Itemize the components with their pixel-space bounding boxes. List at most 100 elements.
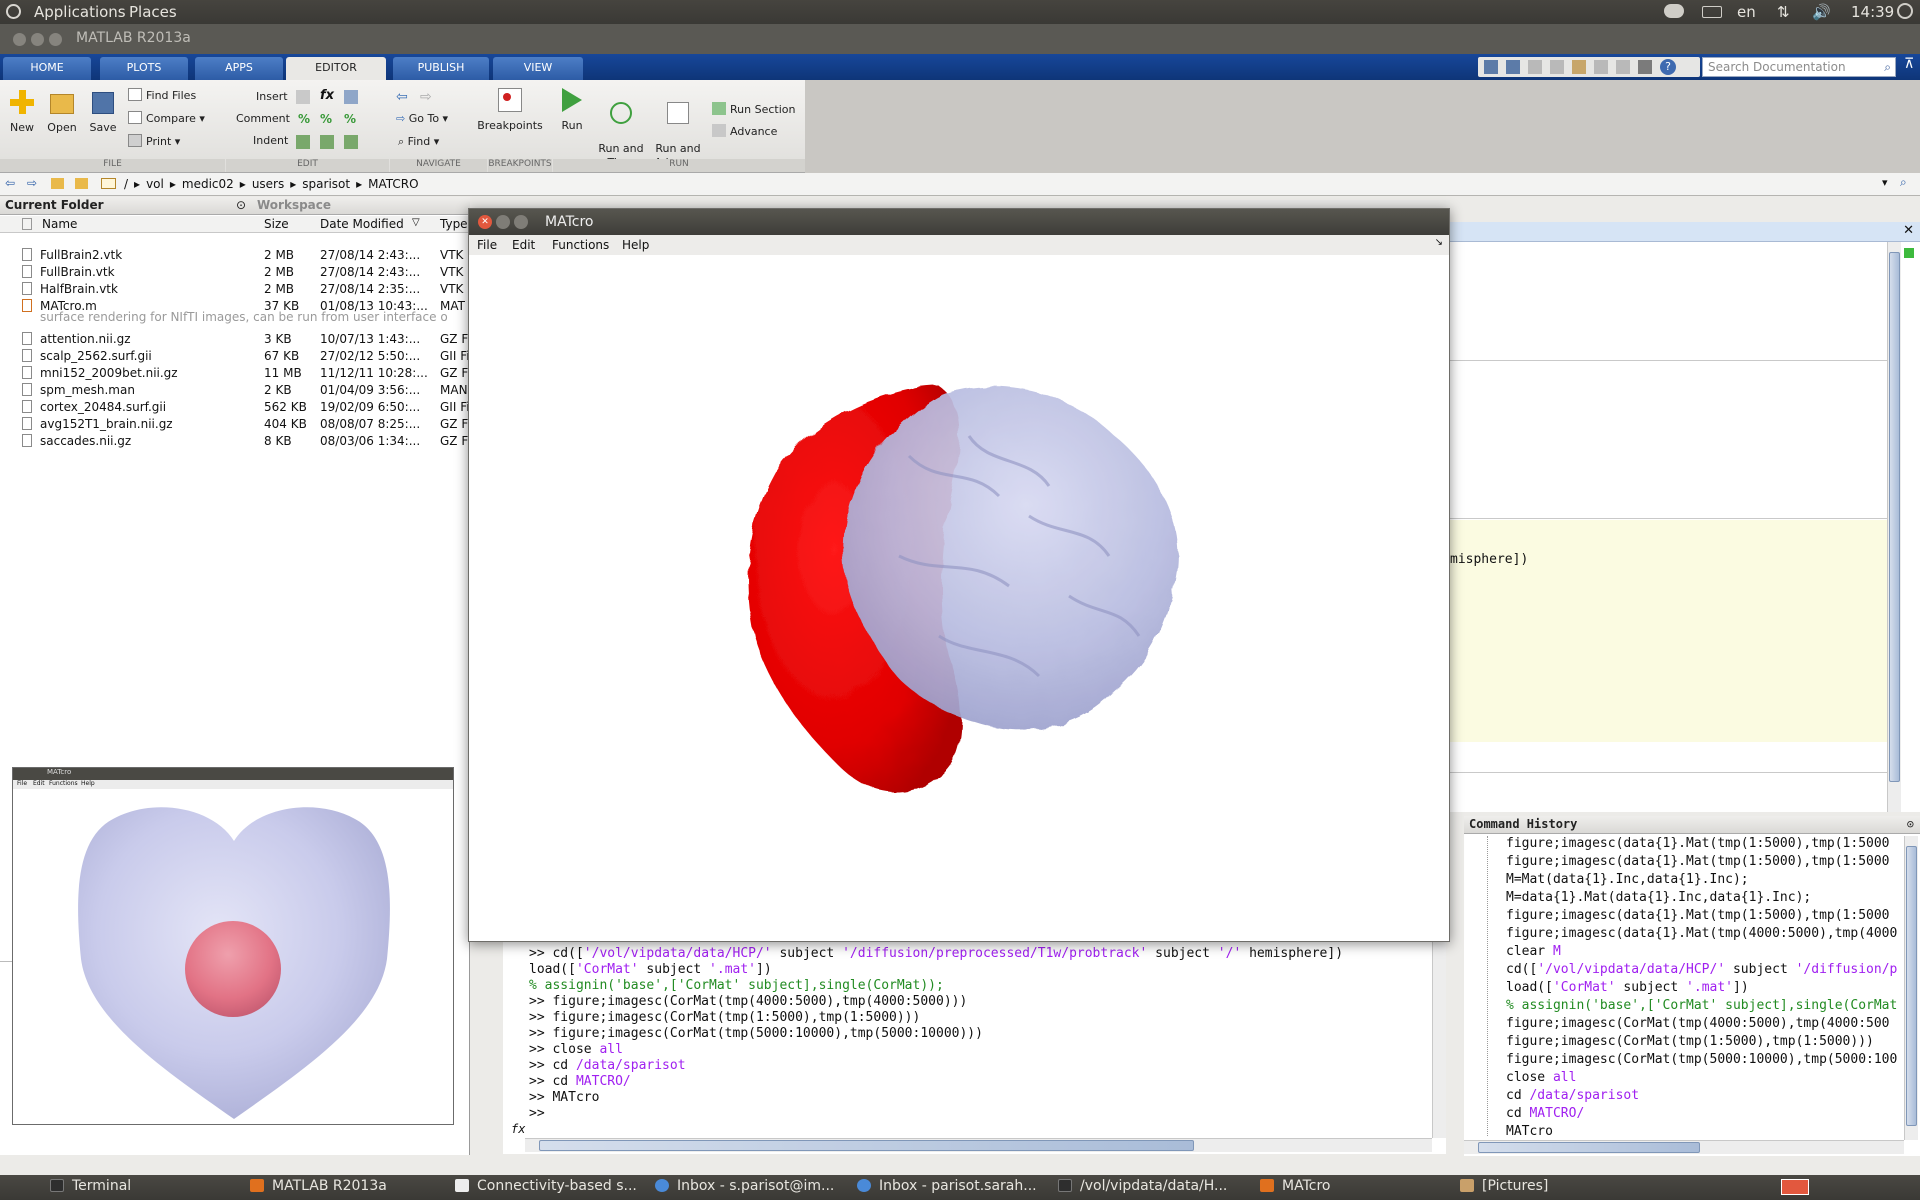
go-to-button[interactable]: ⇨ Go To ▾ xyxy=(396,112,448,125)
search-icon[interactable]: ⌕ xyxy=(1884,60,1891,75)
command-line[interactable]: >> cd /data/sparisot xyxy=(529,1058,686,1073)
breadcrumb-matcro[interactable]: MATCRO xyxy=(368,177,418,191)
back-icon[interactable]: ⇦ xyxy=(396,89,408,105)
history-line[interactable]: cd(['/vol/vipdata/data/HCP/' subject '/d… xyxy=(1506,962,1897,977)
figure-close-button[interactable]: ✕ xyxy=(478,215,492,229)
wrap-comment-icon[interactable]: % xyxy=(344,112,356,126)
taskbar-inbox-1[interactable]: Inbox - s.parisot@im... xyxy=(655,1178,834,1194)
minimize-window-button[interactable] xyxy=(31,33,44,46)
forward-icon[interactable]: ⇨ xyxy=(420,89,432,105)
thumbnail-menu-edit[interactable]: Edit xyxy=(33,780,45,787)
column-date-modified[interactable]: Date Modified xyxy=(320,217,404,231)
figure-menu-help[interactable]: Help xyxy=(622,238,649,252)
command-line[interactable]: >> MATcro xyxy=(529,1090,599,1105)
editor-scroll-thumb[interactable] xyxy=(1889,252,1900,782)
breakpoints-button[interactable]: Breakpoints xyxy=(477,88,543,132)
file-row[interactable]: FullBrain2.vtk 2 MB 27/08/14 2:43:... VTK xyxy=(0,247,470,264)
insert-other-icon[interactable] xyxy=(344,90,358,104)
command-window-scrollbar[interactable] xyxy=(1432,926,1446,1138)
file-row[interactable]: FullBrain.vtk 2 MB 27/08/14 2:43:... VTK xyxy=(0,264,470,281)
new-button[interactable]: New xyxy=(6,90,38,134)
file-row[interactable]: scalp_2562.surf.gii 67 KB 27/02/12 5:50:..… xyxy=(0,348,470,365)
history-line[interactable]: M=Mat(data{1}.Inc,data{1}.Inc); xyxy=(1506,872,1749,887)
breadcrumb-root[interactable]: / xyxy=(124,177,128,191)
history-line[interactable]: figure;imagesc(data{1}.Mat(tmp(1:5000),t… xyxy=(1506,908,1890,923)
file-row[interactable]: cortex_20484.surf.gii 562 KB 19/02/09 6:50… xyxy=(0,399,470,416)
close-window-button[interactable] xyxy=(13,33,26,46)
tab-apps[interactable]: APPS xyxy=(195,57,283,80)
find-button[interactable]: ⌕ Find ▾ xyxy=(398,135,439,149)
taskbar-document[interactable]: Connectivity-based s... xyxy=(455,1178,637,1194)
places-menu[interactable]: Places xyxy=(129,3,177,21)
column-name[interactable]: Name xyxy=(42,217,77,231)
thumbnail-menu-help[interactable]: Help xyxy=(81,780,95,787)
find-files-button[interactable]: Find Files xyxy=(128,88,196,102)
save-all-icon[interactable] xyxy=(1506,60,1520,74)
figure-menu-edit[interactable]: Edit xyxy=(512,238,535,252)
tab-home[interactable]: HOME xyxy=(3,57,91,80)
nav-back-icon[interactable]: ⇦ xyxy=(5,176,15,190)
run-button[interactable]: Run xyxy=(556,88,588,132)
command-window-hscroll-thumb[interactable] xyxy=(539,1140,1194,1151)
search-documentation-input[interactable]: Search Documentation ⌕ xyxy=(1702,57,1896,77)
comment-icon[interactable]: % xyxy=(298,112,310,126)
undo-icon[interactable] xyxy=(1594,60,1608,74)
figure-minimize-button[interactable] xyxy=(496,215,510,229)
nav-forward-icon[interactable]: ⇨ xyxy=(27,176,37,190)
history-hscroll-thumb[interactable] xyxy=(1478,1142,1700,1153)
editor-code-fragment[interactable]: misphere]) xyxy=(1450,552,1528,567)
editor-scrollbar[interactable] xyxy=(1887,242,1901,812)
print-button[interactable]: Print ▾ xyxy=(128,134,180,148)
command-line[interactable]: >> close all xyxy=(529,1042,623,1057)
breadcrumb-users[interactable]: users xyxy=(252,177,284,191)
browse-folder-icon[interactable] xyxy=(75,178,88,189)
command-window[interactable]: fx >> figure;imagesc(data{1}.Mat(tmp(400… xyxy=(503,914,1446,1154)
command-line[interactable]: >> figure;imagesc(CorMat(tmp(4000:5000),… xyxy=(529,994,967,1009)
up-folder-icon[interactable] xyxy=(51,178,64,189)
tab-view[interactable]: VIEW xyxy=(493,57,583,80)
command-line[interactable]: % assignin('base',['CorMat' subject],sin… xyxy=(529,978,944,993)
collapse-ribbon-icon[interactable]: ⊼ xyxy=(1904,56,1914,72)
tab-editor[interactable]: EDITOR xyxy=(286,57,386,80)
history-line[interactable]: cd /data/sparisot xyxy=(1506,1088,1639,1103)
thumbnail-menu-file[interactable]: File xyxy=(17,780,27,787)
figure-menu-functions[interactable]: Functions xyxy=(552,238,609,252)
insert-function-icon[interactable]: fx xyxy=(320,88,334,103)
insert-section-icon[interactable] xyxy=(296,90,310,104)
workspace-switcher-icon[interactable] xyxy=(1781,1179,1809,1195)
history-line[interactable]: figure;imagesc(data{1}.Mat(tmp(1:5000),t… xyxy=(1506,836,1890,851)
insert-button[interactable]: Insert xyxy=(256,90,288,103)
history-line[interactable]: clear M xyxy=(1506,944,1561,959)
file-row[interactable]: spm_mesh.man 2 KB 01/04/09 3:56:... MAN xyxy=(0,382,470,399)
keyboard-icon[interactable] xyxy=(1702,6,1722,18)
panel-menu-icon[interactable]: ⊙ xyxy=(236,197,246,214)
smart-indent-icon[interactable] xyxy=(296,135,310,149)
switch-windows-icon[interactable] xyxy=(1638,60,1652,74)
indent-button[interactable]: Indent xyxy=(253,134,288,147)
thumbnail-menu-functions[interactable]: Functions xyxy=(49,780,78,787)
indent-icon[interactable] xyxy=(320,135,334,149)
breadcrumb-vol[interactable]: vol xyxy=(146,177,164,191)
tab-publish[interactable]: PUBLISH xyxy=(393,57,489,80)
command-line[interactable]: load(['CorMat' subject '.mat']) xyxy=(529,962,772,977)
taskbar-terminal[interactable]: Terminal xyxy=(50,1178,131,1194)
history-line[interactable]: figure;imagesc(CorMat(tmp(1:5000),tmp(1:… xyxy=(1506,1034,1874,1049)
redo-icon[interactable] xyxy=(1616,60,1630,74)
history-line[interactable]: figure;imagesc(CorMat(tmp(4000:5000),tmp… xyxy=(1506,1016,1890,1031)
command-line[interactable]: >> figure;imagesc(CorMat(tmp(5000:10000)… xyxy=(529,1026,983,1041)
breadcrumb-sparisot[interactable]: sparisot xyxy=(302,177,350,191)
open-button[interactable]: Open xyxy=(44,90,80,134)
command-window-hscroll[interactable] xyxy=(525,1138,1432,1152)
history-hscroll[interactable] xyxy=(1464,1140,1904,1154)
history-scroll-thumb[interactable] xyxy=(1906,846,1917,1126)
history-line[interactable]: cd MATCRO/ xyxy=(1506,1106,1584,1121)
command-line[interactable]: >> cd(['/vol/vipdata/data/HCP/' subject … xyxy=(529,946,1343,961)
history-line[interactable]: load(['CorMat' subject '.mat']) xyxy=(1506,980,1749,995)
paste-icon[interactable] xyxy=(1572,60,1586,74)
layout-icon[interactable] xyxy=(1484,60,1498,74)
uncomment-icon[interactable]: % xyxy=(320,112,332,126)
cut-icon[interactable] xyxy=(1528,60,1542,74)
workspace-header[interactable]: Workspace xyxy=(252,197,470,215)
history-scrollbar[interactable] xyxy=(1904,836,1918,1140)
copy-icon[interactable] xyxy=(1550,60,1564,74)
